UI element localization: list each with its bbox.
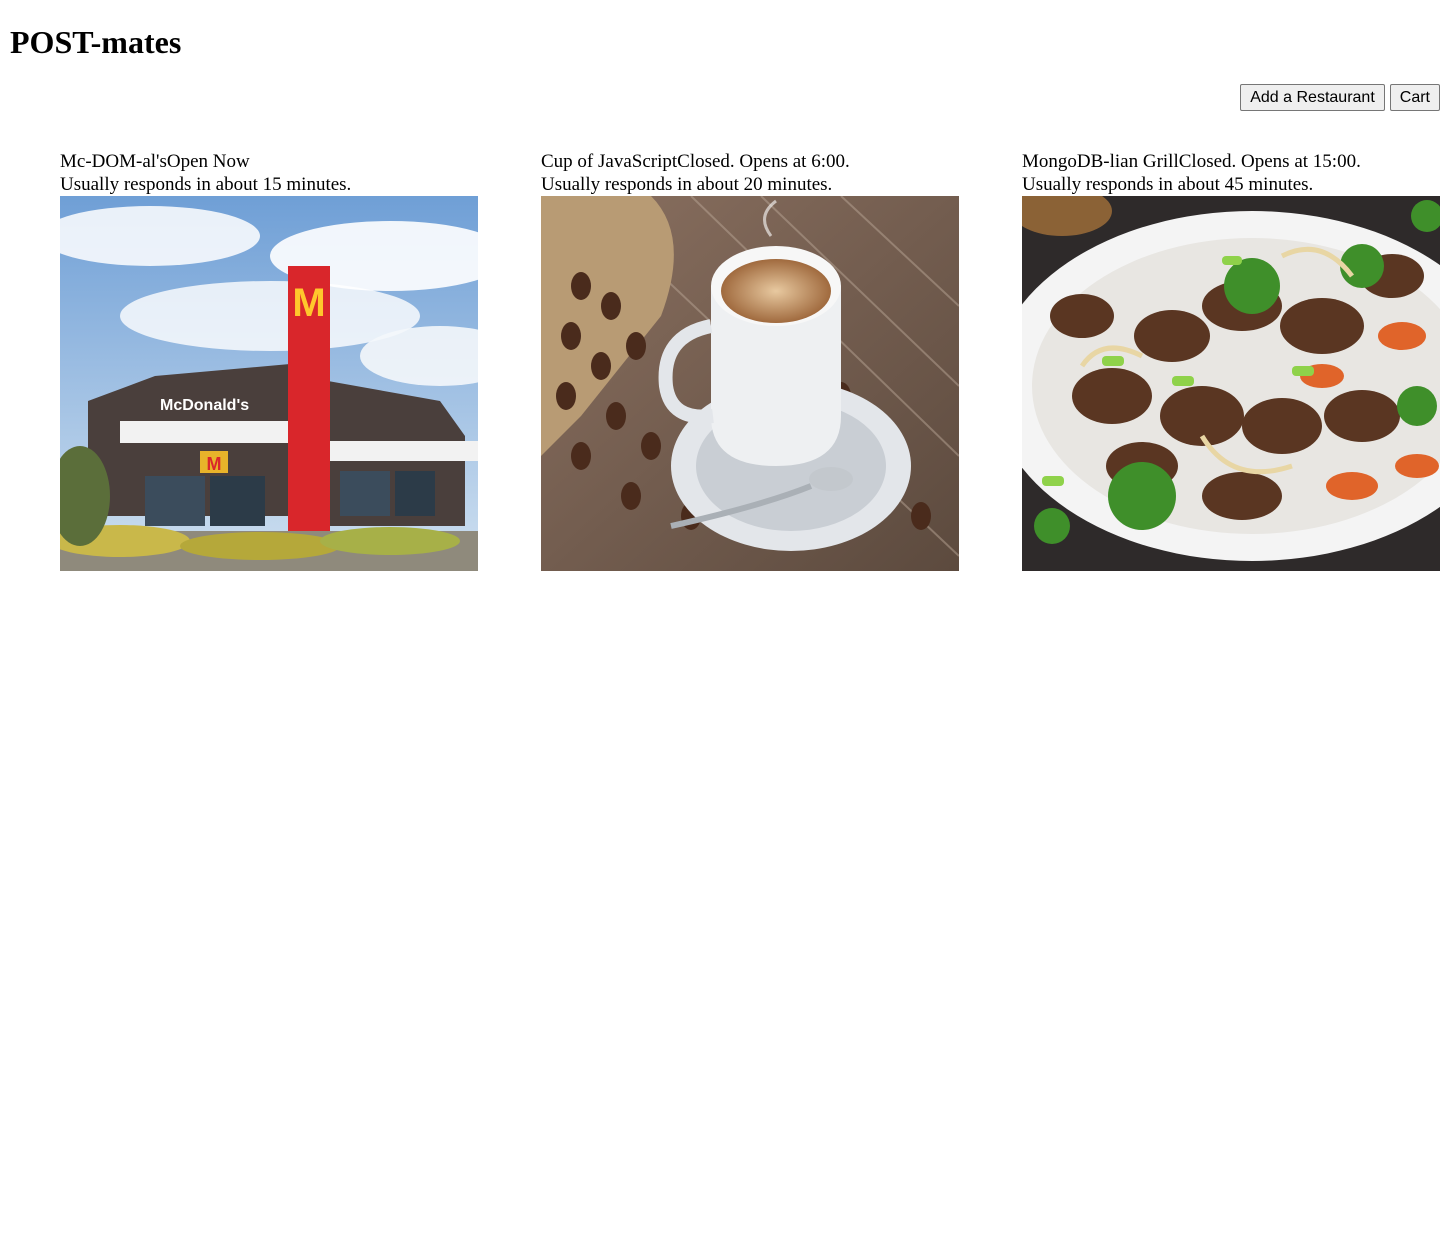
page-title: POST-mates bbox=[10, 24, 182, 60]
cart-button[interactable]: Cart bbox=[1389, 84, 1440, 111]
restaurant-card[interactable]: MongoDB-lian GrillClosed. Opens at 15:00… bbox=[1022, 150, 1440, 571]
restaurant-status: Closed. Opens at 6:00. bbox=[677, 151, 850, 172]
svg-text:M: M bbox=[207, 454, 222, 474]
restaurant-card[interactable]: Mc-DOM-al'sOpen Now Usually responds in … bbox=[60, 150, 478, 571]
restaurant-name: Cup of JavaScript bbox=[541, 151, 678, 172]
restaurant-image[interactable]: McDonald's M M bbox=[60, 196, 478, 571]
restaurant-status: Closed. Opens at 15:00. bbox=[1178, 151, 1361, 172]
restaurant-card[interactable]: Cup of JavaScriptClosed. Opens at 6:00. … bbox=[541, 150, 959, 571]
restaurant-status: Open Now bbox=[166, 151, 250, 172]
restaurant-response-time: Usually responds in about 45 minutes. bbox=[1022, 174, 1314, 195]
restaurant-header: Mc-DOM-al'sOpen Now bbox=[60, 150, 478, 173]
svg-text:M: M bbox=[292, 281, 325, 325]
storefront-sign: McDonald's bbox=[160, 397, 249, 414]
restaurant-image[interactable] bbox=[541, 196, 959, 571]
restaurant-header: Cup of JavaScriptClosed. Opens at 6:00. bbox=[541, 150, 959, 173]
restaurant-header: MongoDB-lian GrillClosed. Opens at 15:00… bbox=[1022, 150, 1440, 173]
toolbar: Add a Restaurant Cart bbox=[1240, 84, 1440, 111]
add-restaurant-button[interactable]: Add a Restaurant bbox=[1240, 84, 1385, 111]
restaurant-name: Mc-DOM-al's bbox=[60, 151, 167, 172]
restaurant-image[interactable] bbox=[1022, 196, 1440, 571]
restaurant-response-time: Usually responds in about 20 minutes. bbox=[541, 174, 833, 195]
restaurant-name: MongoDB-lian Grill bbox=[1022, 151, 1179, 172]
restaurant-response-time: Usually responds in about 15 minutes. bbox=[60, 174, 352, 195]
